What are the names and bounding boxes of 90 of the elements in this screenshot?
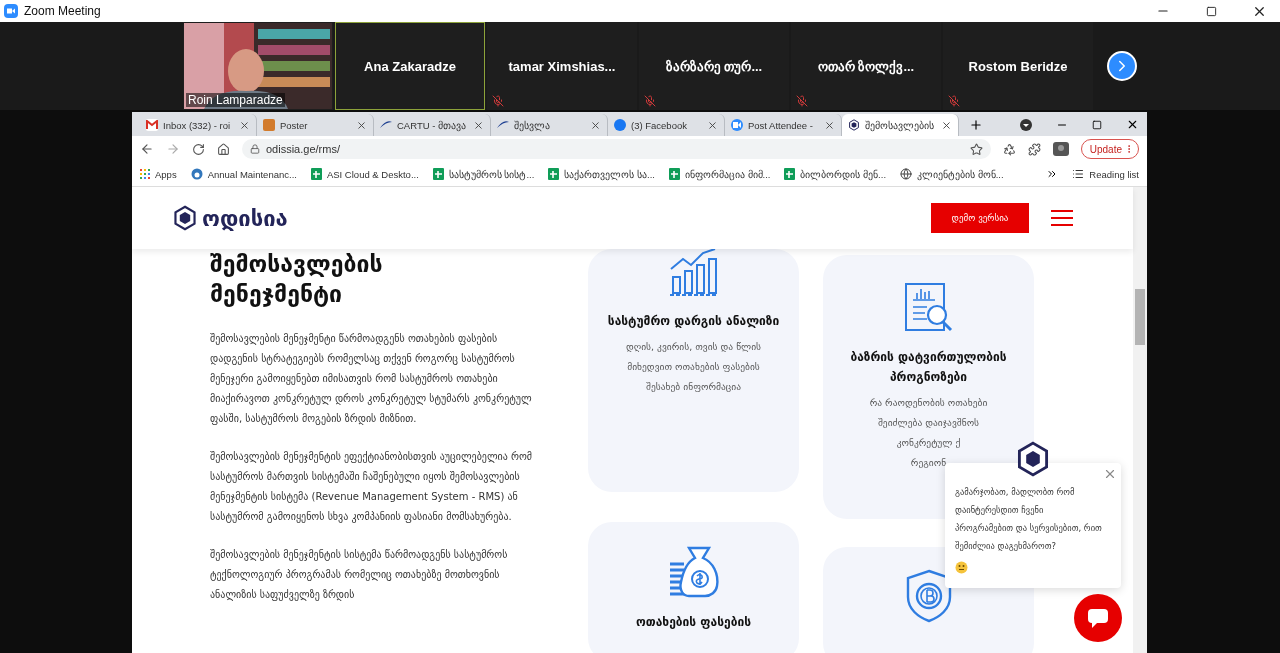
browser-tab[interactable]: (3) Facebook <box>608 114 725 136</box>
sheet-icon <box>548 168 560 180</box>
close-tab-icon[interactable] <box>941 119 952 131</box>
participant-name: ოთარ ზოლქვ... <box>817 58 915 74</box>
mail-icon <box>146 119 158 131</box>
demo-button[interactable]: დემო ვერსია <box>931 203 1029 233</box>
bookmark-item[interactable]: ინფორმაცია მიმ... <box>668 168 771 180</box>
participant-tile[interactable]: tamar Ximshias... <box>487 22 637 110</box>
sheet-icon <box>668 168 680 180</box>
globe-icon <box>900 168 913 180</box>
bookmark-star-icon[interactable] <box>969 142 983 156</box>
swoosh-icon <box>497 119 509 131</box>
reload-icon[interactable] <box>192 142 205 156</box>
close-tab-icon[interactable] <box>356 119 367 131</box>
sheet-icon <box>784 168 796 180</box>
site-logo: ოდისია <box>202 205 288 231</box>
paragraph: შემოსავლების მენეჯმენტი წარმოადგენს ოთახების ფასების დადგენის სტრატეგიებს რომელსაც თქვენ როგორც სასტუმროს მენეჯერი გამოიყენებთ იმისათვის რომ სასტუმროს ოთახები მიაქირავოთ კონკრეტულ დროს კონკრეტულ სტუმარს კონკრეტულ ფასში, სასტუმროს მოგების ზრდის მიზნით. <box>210 332 533 427</box>
shield-coin-icon <box>905 569 952 623</box>
recycle-icon[interactable] <box>1002 142 1016 156</box>
scroll-thumb[interactable] <box>1135 289 1145 345</box>
logo-icon <box>172 205 198 231</box>
new-tab-icon[interactable] <box>969 118 983 132</box>
facebook-icon <box>614 119 626 131</box>
card-title: სასტუმრო დარგის ანალიზი <box>607 313 780 330</box>
close-tab-icon[interactable] <box>239 119 250 131</box>
close-tab-icon[interactable] <box>473 119 484 131</box>
card-description: რა რაოდენობის ოთახები შეიძლება დაიჯავშნოს კონკრეტულ ქ რეგიონ <box>869 396 988 470</box>
browser-tab[interactable]: შესვლა <box>491 114 608 136</box>
browser-tab[interactable]: შემოსავლების <box>842 114 959 136</box>
zoom-icon <box>4 4 18 18</box>
address-bar[interactable]: odissia.ge/rms/ <box>242 139 991 159</box>
next-page-button[interactable] <box>1107 51 1137 81</box>
close-icon[interactable] <box>1126 118 1139 131</box>
participant-name: Roin Lamparadze <box>186 93 285 107</box>
participant-name: tamar Ximshias... <box>508 58 616 74</box>
bar-chart-icon <box>668 249 719 297</box>
sheet-icon <box>432 168 444 180</box>
list-icon <box>1072 168 1085 180</box>
participant-tile[interactable]: Ana Zakaradze <box>335 22 485 110</box>
participant-name: ზარზარე თურ... <box>665 58 763 74</box>
camera-icon <box>731 119 743 131</box>
restore-icon[interactable] <box>1205 5 1217 17</box>
menu-button[interactable] <box>1051 210 1073 226</box>
back-icon[interactable] <box>140 142 154 156</box>
poster-icon <box>263 119 275 131</box>
card-title: ბაზრის დატვირთულობის პროგნოზები <box>849 349 1008 386</box>
smiley-icon <box>955 561 968 574</box>
avatar-icon[interactable] <box>1052 142 1069 156</box>
paragraph: შემოსავლების მენეჯმენტის სისტემა წარმოადგენს სასტუმროს ტექნოლოგიურ პროგრამას რომელიც ოთახებზე მოთხოვნის ანალიზის საფუძველზე ზრდის <box>210 548 509 603</box>
close-tab-icon[interactable] <box>590 119 601 131</box>
hexagon-icon <box>848 119 860 131</box>
card-title: ოთახების ფასების <box>635 614 751 631</box>
card-description: დღის, კვირის, თვის და წლის მიხედვით ოთახების ფასების შესახებ ინფორმაცია <box>625 340 762 394</box>
extensions-icon[interactable] <box>1027 142 1041 156</box>
window-title: Zoom Meeting <box>24 4 102 18</box>
bookmark-item[interactable]: საქართველოს სა... <box>548 168 655 180</box>
browser-tab[interactable]: Inbox (332) - roi <box>140 114 257 136</box>
update-button[interactable]: Update <box>1080 139 1139 159</box>
sheet-icon <box>310 168 322 180</box>
bookmark-item[interactable]: კლიენტების მონ... <box>900 168 1004 180</box>
browser-tab[interactable]: CARTU - მთავა <box>374 114 491 136</box>
chat-button[interactable] <box>1074 594 1122 642</box>
apps-icon <box>140 169 150 179</box>
participant-name: Rostom Beridze <box>968 58 1068 74</box>
participant-tile[interactable]: ოთარ ზოლქვ... <box>791 22 941 110</box>
close-tab-icon[interactable] <box>707 119 718 131</box>
participant-tile[interactable]: ზარზარე თურ... <box>639 22 789 110</box>
paragraph: შემოსავლების მენეჯმენტის ეფექტიანობისთვის აუცილებელია რომ სასტუმროს მართვის სისტემაში ჩაშენებული იყოს შემოსავლების მენეჯმენტის სისტემა (Revenue Management System - RMS) ან სასტუმრომ გამოიყენოს სხვა კომპანიის ფასიანი მომსახურება. <box>210 450 534 525</box>
bookmark-item[interactable]: ბილბორდის მენ... <box>784 168 887 180</box>
browser-tab[interactable]: Poster <box>257 114 374 136</box>
bookmark-item[interactable]: ASI Cloud & Deskto... <box>310 168 419 180</box>
page-heading: შემოსავლების მენეჯმენტი <box>210 250 384 309</box>
profile-menu-icon[interactable] <box>1020 119 1032 131</box>
chat-bubble-icon <box>1086 607 1110 629</box>
edge-icon <box>190 168 203 180</box>
participant-tile[interactable]: Rostom Beridze <box>943 22 1093 110</box>
participant-name: Ana Zakaradze <box>364 58 456 74</box>
bookmark-item[interactable]: სასტუმროს სისტ... <box>432 168 535 180</box>
chat-message: გამარჯობათ, მადლობთ რომ დაინტერესდით ჩვენი პროგრამებით და სერვისებით, რით შემიძლია დაგეხმაროთ? <box>955 486 1103 553</box>
swoosh-icon <box>380 119 392 131</box>
reading-list-item[interactable]: Reading list <box>1072 168 1139 180</box>
url-text: odissia.ge/rms/ <box>266 143 341 155</box>
close-tab-icon[interactable] <box>824 119 835 131</box>
home-icon[interactable] <box>217 142 230 156</box>
participant-tile[interactable]: Roin Lamparadze <box>183 22 333 110</box>
restore-icon[interactable] <box>1092 120 1102 130</box>
report-search-icon <box>904 283 953 333</box>
bookmark-item[interactable]: Apps <box>140 168 177 180</box>
lock-icon <box>250 144 260 154</box>
bookmark-item[interactable]: Annual Maintenanc... <box>190 168 297 180</box>
